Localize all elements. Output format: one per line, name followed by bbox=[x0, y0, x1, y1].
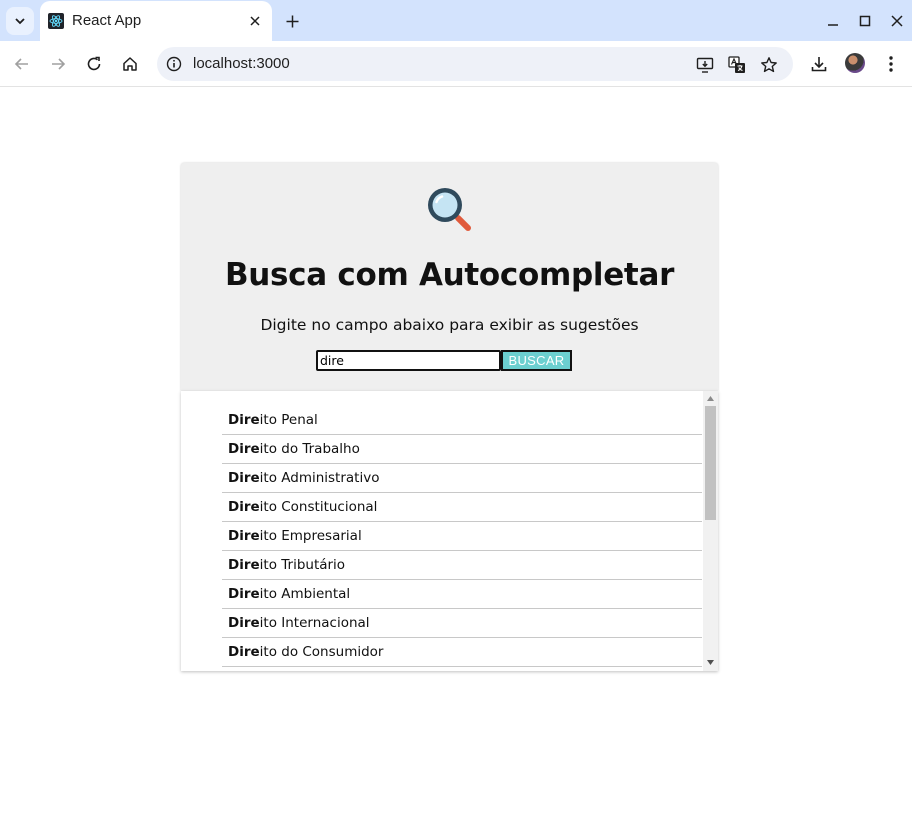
suggestion-item[interactable]: Direito Tributário bbox=[222, 551, 702, 580]
translate-icon bbox=[728, 56, 745, 73]
suggestion-rest: ito Administrativo bbox=[259, 470, 380, 486]
window-close-icon bbox=[891, 15, 903, 27]
download-icon bbox=[811, 57, 827, 72]
suggestion-rest: ito do Consumidor bbox=[259, 644, 384, 660]
suggestions-panel[interactable]: Direito Penal Direito do Trabalho Direit… bbox=[181, 391, 718, 671]
forward-arrow-icon bbox=[52, 58, 66, 70]
suggestion-match: Dire bbox=[228, 499, 260, 515]
install-app-icon bbox=[696, 57, 714, 73]
translate-button[interactable] bbox=[727, 55, 747, 75]
scroll-up-button[interactable] bbox=[703, 393, 718, 403]
back-arrow-icon bbox=[14, 58, 28, 70]
close-icon bbox=[250, 16, 260, 26]
suggestion-rest: ito Ambiental bbox=[259, 586, 351, 602]
kebab-menu-icon bbox=[889, 56, 893, 72]
url-text[interactable]: localhost:3000 bbox=[193, 55, 290, 72]
suggestion-item[interactable]: Direito Ambiental bbox=[222, 580, 702, 609]
home-button[interactable] bbox=[118, 52, 142, 76]
site-info-button[interactable] bbox=[165, 55, 183, 73]
suggestion-rest: ito Internacional bbox=[259, 615, 370, 631]
window-close-button[interactable] bbox=[887, 11, 907, 31]
search-button[interactable]: BUSCAR bbox=[501, 350, 572, 371]
suggestion-item[interactable]: Direito Administrativo bbox=[222, 464, 702, 493]
search-input[interactable] bbox=[316, 350, 501, 371]
address-bar[interactable]: localhost:3000 bbox=[157, 47, 793, 81]
page-title: Busca com Autocompletar bbox=[224, 257, 675, 293]
info-icon bbox=[166, 56, 182, 72]
plus-icon bbox=[286, 15, 298, 27]
suggestion-item[interactable]: Direito do Consumidor bbox=[222, 638, 702, 667]
magnifying-glass-icon bbox=[428, 188, 471, 231]
search-card: Busca com Autocompletar Digite no campo … bbox=[181, 163, 718, 391]
page-subtitle: Digite no campo abaixo para exibir as su… bbox=[260, 316, 639, 334]
suggestion-match: Dire bbox=[228, 557, 260, 573]
suggestion-item[interactable]: Direito Constitucional bbox=[222, 493, 702, 522]
tab-close-button[interactable] bbox=[246, 12, 264, 30]
browser-tab-react-app[interactable]: React App bbox=[40, 1, 272, 41]
reload-icon bbox=[87, 56, 101, 71]
suggestions-scrollbar[interactable] bbox=[703, 391, 718, 671]
suggestion-item[interactable]: Direito Penal bbox=[222, 406, 702, 435]
reload-button[interactable] bbox=[82, 52, 106, 76]
scrollbar-thumb[interactable] bbox=[705, 406, 716, 520]
suggestion-rest: ito Penal bbox=[259, 412, 318, 428]
suggestion-match: Dire bbox=[228, 470, 260, 486]
suggestion-match: Dire bbox=[228, 644, 260, 660]
scroll-down-arrow-icon bbox=[707, 659, 714, 665]
scroll-down-button[interactable] bbox=[703, 657, 718, 667]
minimize-icon bbox=[828, 24, 838, 26]
tab-list-button[interactable] bbox=[6, 7, 34, 35]
suggestion-item[interactable]: Direito do Trabalho bbox=[222, 435, 702, 464]
star-icon bbox=[761, 57, 777, 73]
maximize-icon bbox=[859, 15, 871, 27]
suggestions-list: Direito Penal Direito do Trabalho Direit… bbox=[222, 406, 702, 667]
forward-button[interactable] bbox=[46, 52, 70, 76]
suggestion-match: Dire bbox=[228, 412, 260, 428]
install-app-button[interactable] bbox=[695, 55, 715, 75]
suggestion-item[interactable]: Direito Internacional bbox=[222, 609, 702, 638]
scroll-up-arrow-icon bbox=[707, 395, 714, 401]
suggestion-rest: ito Empresarial bbox=[259, 528, 362, 544]
home-icon bbox=[123, 57, 137, 71]
minimize-button[interactable] bbox=[823, 11, 843, 31]
suggestion-match: Dire bbox=[228, 528, 260, 544]
suggestion-match: Dire bbox=[228, 441, 260, 457]
suggestion-rest: ito do Trabalho bbox=[259, 441, 360, 457]
profile-avatar[interactable] bbox=[845, 53, 865, 73]
tab-title: React App bbox=[72, 12, 142, 29]
tab-strip: React App bbox=[0, 0, 912, 41]
downloads-button[interactable] bbox=[808, 53, 830, 75]
suggestion-match: Dire bbox=[228, 586, 260, 602]
browser-toolbar: localhost:3000 bbox=[0, 41, 912, 87]
suggestion-rest: ito Tributário bbox=[259, 557, 346, 573]
suggestion-match: Dire bbox=[228, 615, 260, 631]
suggestion-rest: ito Constitucional bbox=[259, 499, 378, 515]
back-button[interactable] bbox=[10, 52, 34, 76]
maximize-button[interactable] bbox=[855, 11, 875, 31]
react-favicon-icon bbox=[48, 13, 64, 29]
browser-menu-button[interactable] bbox=[880, 53, 902, 75]
tab-list-icon bbox=[15, 18, 25, 25]
bookmark-button[interactable] bbox=[759, 55, 779, 75]
suggestion-item[interactable]: Direito Empresarial bbox=[222, 522, 702, 551]
new-tab-button[interactable] bbox=[282, 11, 302, 31]
